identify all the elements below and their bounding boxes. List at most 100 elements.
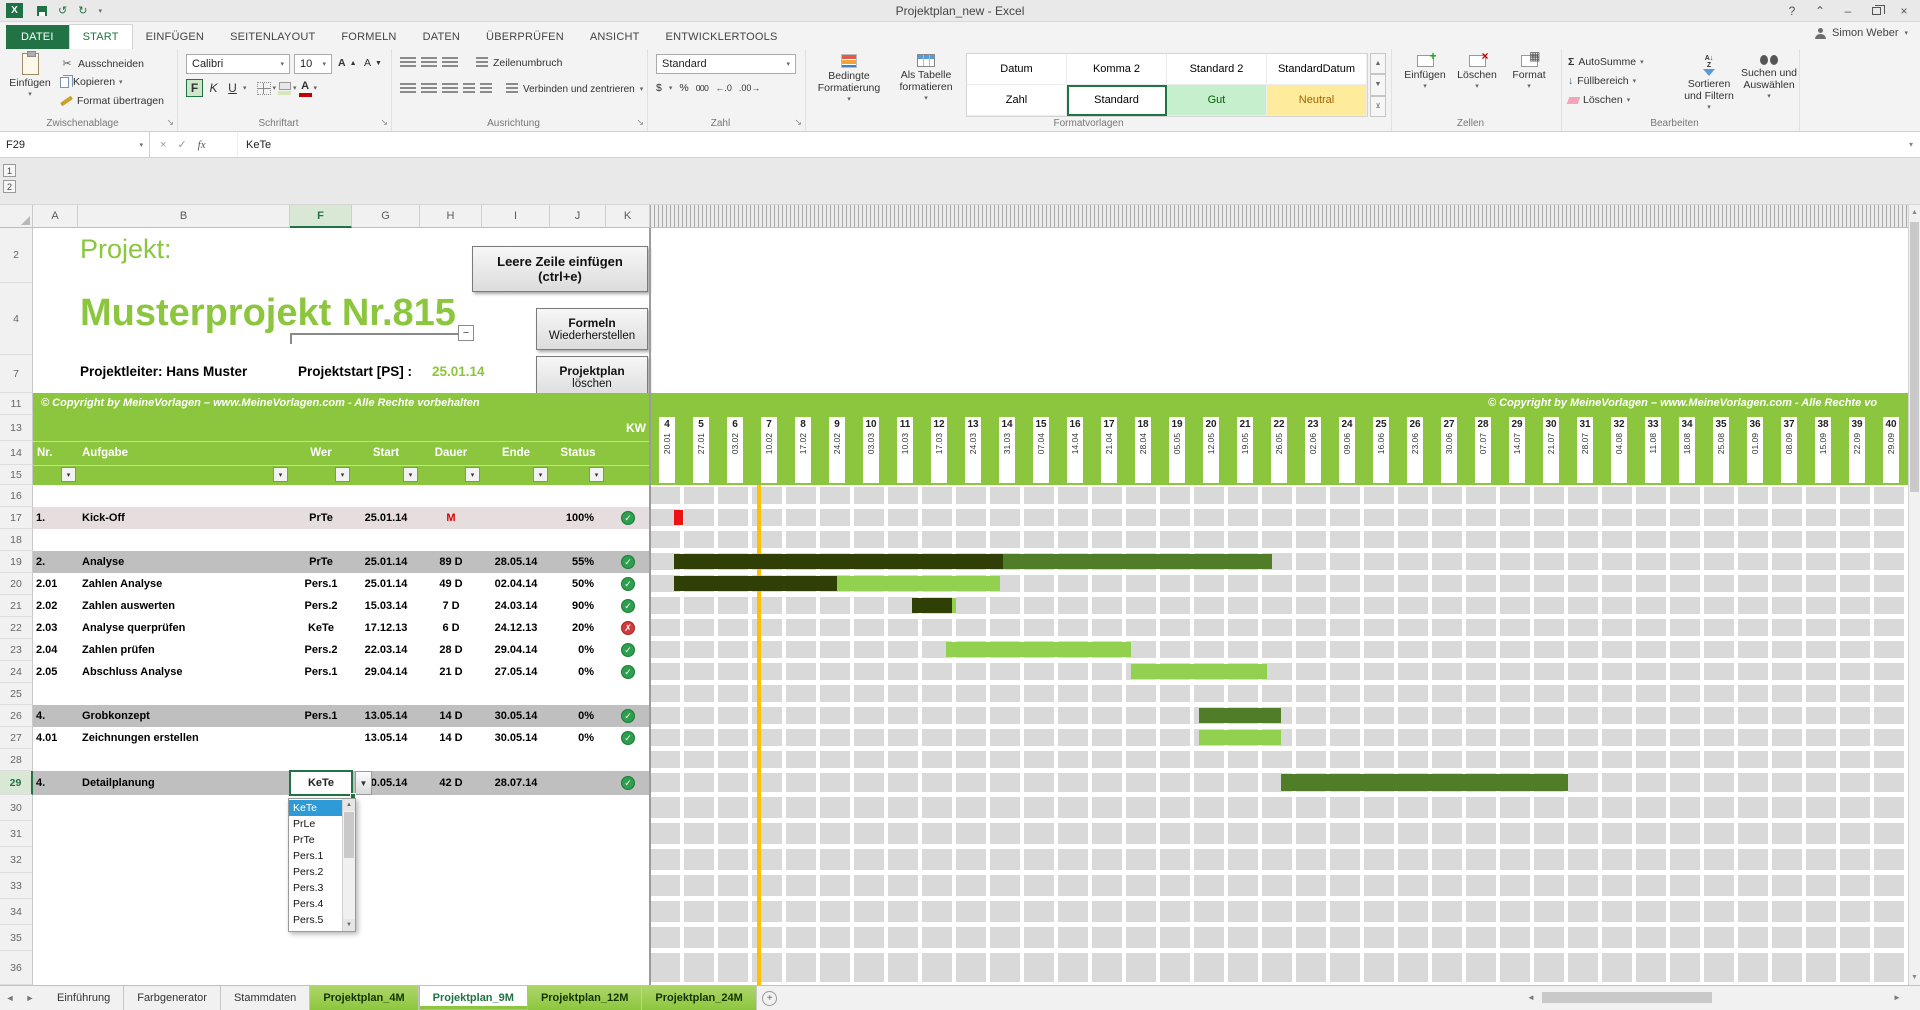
autofilter-button-A[interactable]: ▾: [61, 467, 76, 482]
week-header-13[interactable]: 1324.03: [965, 417, 981, 483]
insert-cells-button[interactable]: + Einfügen ▾: [1400, 55, 1450, 91]
style-datum[interactable]: Datum: [967, 54, 1067, 85]
column-letter-I[interactable]: I: [482, 205, 550, 228]
format-as-table-button[interactable]: Als Tabelle formatieren ▾: [890, 54, 962, 103]
cell-G21[interactable]: 15.03.14: [352, 595, 420, 617]
cell-H23[interactable]: 28 D: [420, 639, 482, 661]
week-header-12[interactable]: 1217.03: [931, 417, 947, 483]
style-gut[interactable]: Gut: [1167, 85, 1267, 116]
cell-G23[interactable]: 22.03.14: [352, 639, 420, 661]
cell-A23[interactable]: 2.04: [33, 639, 78, 661]
cell-B22[interactable]: Analyse querprüfen: [78, 617, 290, 639]
restore-button[interactable]: [1864, 1, 1888, 21]
copy-button[interactable]: Kopieren▾: [60, 76, 123, 88]
save-icon[interactable]: [37, 6, 47, 16]
sheet-tab-projektplan-4m[interactable]: Projektplan_4M: [310, 986, 418, 1010]
week-header-17[interactable]: 1721.04: [1101, 417, 1117, 483]
underline-button[interactable]: U: [224, 79, 241, 97]
row-header-32[interactable]: 32: [0, 847, 33, 873]
decrease-indent-icon[interactable]: [463, 83, 475, 95]
wrap-text-icon[interactable]: [476, 57, 488, 69]
autofilter-button-J[interactable]: ▾: [589, 467, 604, 482]
cell-H27[interactable]: 14 D: [420, 727, 482, 749]
cell-B24[interactable]: Abschluss Analyse: [78, 661, 290, 683]
cell-I21[interactable]: 24.03.14: [482, 595, 550, 617]
cell-A22[interactable]: 2.03: [33, 617, 78, 639]
cell-G17[interactable]: 25.01.14: [352, 507, 420, 529]
gallery-up-icon[interactable]: ▲: [1370, 53, 1386, 74]
week-header-9[interactable]: 924.02: [829, 417, 845, 483]
dropdown-item-prle[interactable]: PrLe: [289, 816, 342, 832]
gantt-grid-row-31[interactable]: [650, 823, 1908, 844]
cell-A27[interactable]: 4.01: [33, 727, 78, 749]
task-row-27[interactable]: 4.01Zeichnungen erstellen13.05.1414 D30.…: [33, 727, 650, 749]
week-header-15[interactable]: 1507.04: [1033, 417, 1049, 483]
week-header-39[interactable]: 3922.09: [1849, 417, 1865, 483]
font-size-select[interactable]: 10▾: [294, 54, 332, 74]
restore-formulas-button[interactable]: Formeln Wiederherstellen: [536, 308, 648, 350]
cell-A20[interactable]: 2.01: [33, 573, 78, 595]
gantt-grid-row-35[interactable]: [650, 927, 1908, 948]
row-header-13[interactable]: 13: [0, 415, 33, 441]
cell-J23[interactable]: 0%: [550, 639, 606, 661]
style-standard[interactable]: Standard: [1067, 85, 1167, 116]
horizontal-scrollbar[interactable]: ◄ ►: [1524, 990, 1904, 1004]
week-header-35[interactable]: 3525.08: [1713, 417, 1729, 483]
align-top-icon[interactable]: [400, 57, 416, 69]
autofilter-button-I[interactable]: ▾: [533, 467, 548, 482]
cell-B21[interactable]: Zahlen auswerten: [78, 595, 290, 617]
row-header-35[interactable]: 35: [0, 925, 33, 951]
accounting-format-icon[interactable]: $: [656, 82, 662, 94]
cell-H21[interactable]: 7 D: [420, 595, 482, 617]
style-standarddatum[interactable]: StandardDatum: [1267, 54, 1367, 85]
week-header-23[interactable]: 2302.06: [1305, 417, 1321, 483]
column-letter-H[interactable]: H: [420, 205, 482, 228]
week-header-25[interactable]: 2516.06: [1373, 417, 1389, 483]
row-header-24[interactable]: 24: [0, 661, 33, 683]
week-header-28[interactable]: 2807.07: [1475, 417, 1491, 483]
percent-style-button[interactable]: %: [679, 82, 688, 94]
cell-H29[interactable]: 42 D: [420, 771, 482, 795]
font-color-button[interactable]: A: [299, 80, 312, 97]
gantt-grid-row-22[interactable]: [650, 619, 1908, 636]
autofilter-button-G[interactable]: ▾: [403, 467, 418, 482]
week-header-32[interactable]: 3204.08: [1611, 417, 1627, 483]
cell-H24[interactable]: 21 D: [420, 661, 482, 683]
week-header-38[interactable]: 3815.09: [1815, 417, 1831, 483]
sort-filter-button[interactable]: A↓Z Sortieren und Filtern ▾: [1680, 55, 1738, 112]
cell-H22[interactable]: 6 D: [420, 617, 482, 639]
insert-empty-row-button[interactable]: Leere Zeile einfügen (ctrl+e): [472, 246, 648, 292]
row-header-21[interactable]: 21: [0, 595, 33, 617]
wrap-text-label[interactable]: Zeilenumbruch: [493, 57, 562, 69]
gantt-grid-row-33[interactable]: [650, 875, 1908, 896]
week-header-34[interactable]: 3418.08: [1679, 417, 1695, 483]
sheet-tab-projektplan-24m[interactable]: Projektplan_24M: [642, 986, 756, 1010]
cell-G26[interactable]: 13.05.14: [352, 705, 420, 727]
find-select-button[interactable]: Suchen und Auswählen ▾: [1740, 55, 1798, 101]
row-header-36[interactable]: 36: [0, 951, 33, 985]
tab-scroll-right-icon[interactable]: ►: [20, 986, 40, 1010]
ribbon-display-options-button[interactable]: ⌃: [1808, 1, 1832, 21]
align-bottom-icon[interactable]: [442, 57, 458, 69]
week-header-10[interactable]: 1003.03: [863, 417, 879, 483]
task-row-19[interactable]: 2.AnalysePrTe25.01.1489 D28.05.1455%✓: [33, 551, 650, 573]
collapse-group-button[interactable]: −: [458, 325, 474, 341]
decrease-decimal-button[interactable]: .00→: [739, 83, 761, 93]
cell-A24[interactable]: 2.05: [33, 661, 78, 683]
ribbon-tab-seitenlayout[interactable]: SEITENLAYOUT: [217, 25, 328, 49]
increase-indent-icon[interactable]: [480, 83, 492, 95]
week-header-11[interactable]: 1110.03: [897, 417, 913, 483]
week-header-27[interactable]: 2730.06: [1441, 417, 1457, 483]
task-row-24[interactable]: 2.05Abschluss AnalysePers.129.04.1421 D2…: [33, 661, 650, 683]
scroll-up-icon[interactable]: ▲: [343, 799, 355, 811]
dropdown-item-pers-2[interactable]: Pers.2: [289, 864, 342, 880]
sheet-tab-projektplan-9m[interactable]: Projektplan_9M: [419, 986, 528, 1010]
gantt-grid-row-23[interactable]: [650, 641, 1908, 658]
cell-G20[interactable]: 25.01.14: [352, 573, 420, 595]
task-row-20[interactable]: 2.01Zahlen AnalysePers.125.01.1449 D02.0…: [33, 573, 650, 595]
dropdown-item-pers-3[interactable]: Pers.3: [289, 880, 342, 896]
align-left-icon[interactable]: [400, 83, 416, 95]
style-neutral[interactable]: Neutral: [1267, 85, 1367, 116]
scroll-right-icon[interactable]: ►: [1890, 993, 1904, 1002]
selected-cell-F29[interactable]: KeTe: [289, 770, 353, 796]
